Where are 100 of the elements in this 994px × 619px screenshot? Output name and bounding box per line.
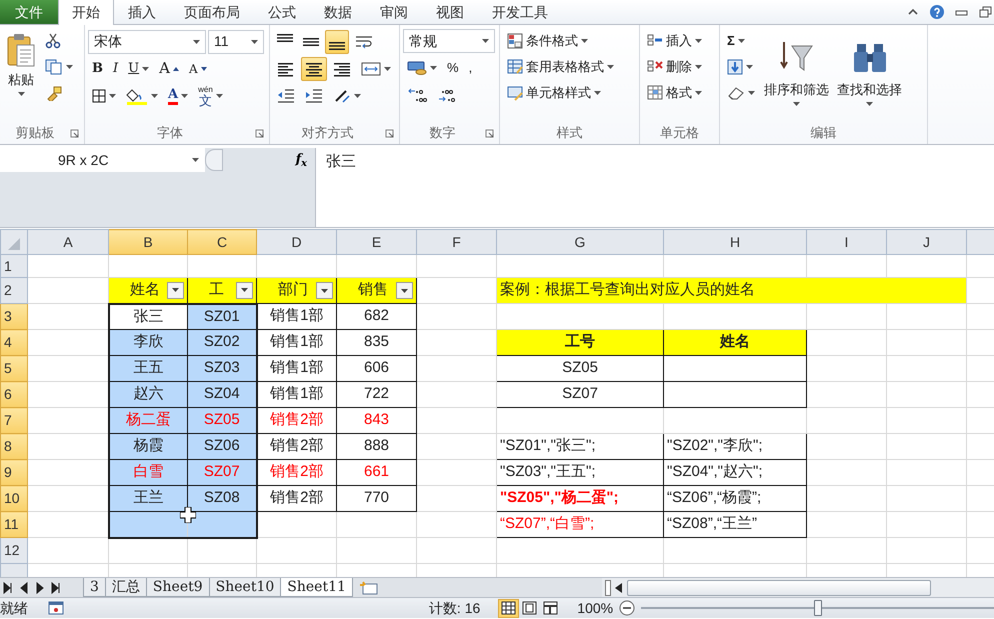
column-header[interactable]: J: [886, 230, 966, 254]
number-format-select[interactable]: 常规: [403, 29, 495, 53]
italic-button[interactable]: I: [109, 56, 122, 80]
caret-icon: [354, 94, 361, 98]
formula-field[interactable]: 张三: [315, 148, 994, 227]
shrink-font-button[interactable]: A: [184, 56, 211, 80]
cells-menu-button[interactable]: 插入: [643, 29, 706, 53]
caret-icon: [866, 102, 873, 106]
sort-filter-button[interactable]: 排序和筛选: [761, 35, 832, 122]
align-center-button[interactable]: [301, 56, 327, 80]
column-header[interactable]: D: [256, 230, 336, 254]
ribbon-tab[interactable]: 审阅: [366, 0, 422, 24]
insert-function-button[interactable]: f$_{x}$: [296, 150, 307, 170]
ribbon-tab[interactable]: 插入: [114, 0, 170, 24]
cells-menu-button[interactable]: 格式: [643, 81, 706, 105]
phonetic-guide-button[interactable]: wén 文: [194, 84, 227, 108]
restore-icon[interactable]: [978, 4, 992, 18]
styles-menu-button[interactable]: 单元格样式: [503, 81, 618, 105]
row-header[interactable]: 5: [0, 356, 28, 382]
filter-dropdown-button[interactable]: [167, 282, 184, 299]
bold-button[interactable]: B: [88, 56, 107, 80]
dialog-launcher-icon[interactable]: [485, 128, 494, 138]
row-header[interactable]: 12: [0, 538, 28, 564]
ribbon-tab[interactable]: 页面布局: [170, 0, 254, 24]
underline-button[interactable]: U: [124, 56, 154, 80]
formula-bar-handle[interactable]: [205, 149, 223, 171]
table-cell: 843: [336, 408, 416, 434]
dialog-launcher-icon[interactable]: [255, 128, 264, 138]
percent-button[interactable]: %: [443, 56, 463, 80]
name-box[interactable]: 9R x 2C: [0, 148, 205, 172]
sheet-tab[interactable]: Sheet10: [208, 578, 282, 597]
sheet-tab[interactable]: 汇总: [104, 578, 147, 597]
ribbon-tab[interactable]: 数据: [310, 0, 366, 24]
row-header[interactable]: 4: [0, 330, 28, 356]
ribbon-tab[interactable]: 视图: [422, 0, 478, 24]
comma-style-button[interactable]: ,: [464, 56, 476, 80]
ribbon-tab[interactable]: 开发工具: [478, 0, 562, 24]
row-header[interactable]: 1: [0, 254, 28, 278]
paste-button[interactable]: 粘贴: [3, 29, 39, 122]
font-name-select[interactable]: 宋体: [88, 30, 206, 54]
column-heading: 部门: [277, 280, 308, 300]
table-cell: "SZ02","李欣";: [664, 434, 806, 460]
row-header[interactable]: 2: [0, 278, 28, 304]
table-cell: 王五: [108, 356, 188, 382]
help-icon[interactable]: [930, 4, 944, 18]
row-header[interactable]: 11: [0, 512, 28, 538]
grow-font-button[interactable]: A: [155, 56, 183, 80]
dialog-launcher-icon[interactable]: [70, 128, 79, 138]
filter-dropdown-button[interactable]: [236, 282, 253, 299]
column-header[interactable]: H: [664, 230, 806, 254]
sheet-tab[interactable]: Sheet11: [280, 578, 353, 597]
zoom-out-icon[interactable]: [619, 600, 636, 616]
column-header[interactable]: F: [416, 230, 496, 254]
filter-dropdown-button[interactable]: [316, 282, 333, 299]
scroll-thumb[interactable]: [627, 580, 931, 596]
row-header[interactable]: 9: [0, 460, 28, 486]
font-color-button[interactable]: A: [164, 84, 192, 108]
table-cell: 销售1部: [256, 382, 336, 408]
row-header[interactable]: 6: [0, 382, 28, 408]
column-header[interactable]: A: [28, 230, 108, 254]
slider-thumb[interactable]: [814, 600, 822, 616]
tab-last-icon[interactable]: [50, 581, 62, 595]
scroll-left-icon: [615, 582, 623, 592]
zoom-slider[interactable]: [641, 600, 994, 616]
ribbon-tab[interactable]: 公式: [254, 0, 310, 24]
dialog-launcher-icon[interactable]: [385, 128, 394, 138]
cells-menu-button[interactable]: 删除: [643, 55, 706, 79]
ribbon-tab[interactable]: 开始: [58, 0, 114, 25]
table-cell: 姓名: [664, 330, 806, 356]
column-header[interactable]: C: [188, 230, 256, 254]
tab-next-icon[interactable]: [34, 581, 46, 595]
caret-icon: [746, 65, 753, 69]
row-header[interactable]: 7: [0, 408, 28, 434]
caret-icon: [216, 94, 223, 98]
find-select-button[interactable]: 查找和选择: [834, 35, 905, 122]
caret-icon: [172, 288, 179, 292]
sheet-tab[interactable]: 3: [83, 578, 106, 597]
ribbon-tab[interactable]: 文件: [0, 0, 58, 24]
sheet-tab[interactable]: Sheet9: [146, 578, 210, 597]
column-header[interactable]: B: [108, 230, 188, 254]
record-macro-icon[interactable]: [48, 601, 64, 615]
font-size-select[interactable]: 11: [208, 30, 264, 54]
tab-first-icon[interactable]: [2, 581, 14, 595]
column-header[interactable]: G: [496, 230, 664, 254]
row-header[interactable]: 3: [0, 304, 28, 330]
horizontal-scrollbar[interactable]: [602, 578, 994, 597]
styles-menu-button[interactable]: 套用表格格式: [503, 55, 618, 79]
column-header[interactable]: E: [336, 230, 416, 254]
table-cell: 606: [336, 356, 416, 382]
column-header[interactable]: I: [806, 230, 886, 254]
row-header[interactable]: 8: [0, 434, 28, 460]
tab-previous-icon[interactable]: [18, 581, 30, 595]
styles-menu-button[interactable]: 条件格式: [503, 29, 618, 53]
align-bottom-button[interactable]: [325, 30, 349, 54]
row-header[interactable]: 10: [0, 486, 28, 512]
filter-dropdown-button[interactable]: [396, 282, 413, 299]
new-sheet-icon[interactable]: [358, 580, 379, 596]
autosum-button[interactable]: Σ: [723, 29, 759, 53]
view-button[interactable]: [498, 598, 520, 618]
caret-icon: [109, 94, 116, 98]
